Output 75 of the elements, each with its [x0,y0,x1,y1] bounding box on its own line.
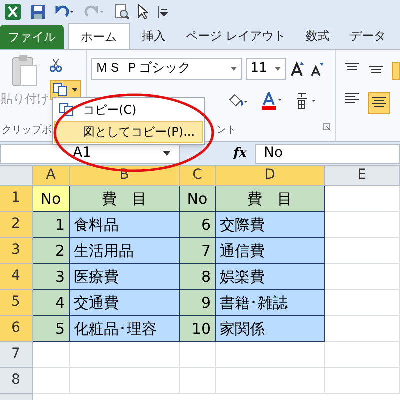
copy-icon [59,103,75,117]
table-cell: 2 [33,238,70,264]
table-cell: 5 [33,316,70,342]
fill-color-icon[interactable] [226,93,249,109]
group-label: ント [216,124,237,138]
font-name-field[interactable]: ＭＳ Ｐゴシック [90,58,242,80]
table-cell: 6 [180,212,216,238]
table-cell [33,368,70,394]
align-center-icon [372,97,386,109]
ribbon-tab[interactable]: ページ レイアウト [178,23,294,49]
column-header[interactable]: D [216,166,325,185]
align-left-icon[interactable] [344,92,360,106]
grow-font-icon[interactable] [290,61,306,77]
ribbon-tab[interactable]: データ [342,23,394,49]
table-cell: 7 [180,238,216,264]
ribbon-tab[interactable]: ホーム [68,23,130,49]
customize-toolbar-icon[interactable] [158,5,168,19]
table-cell: No [33,186,70,212]
caret-icon [72,88,78,92]
table-cell: 4 [33,290,70,316]
font-color-icon[interactable] [260,92,283,110]
table-cell: 食料品 [70,212,180,238]
table-cell: 9 [180,290,216,316]
pointer-icon[interactable] [138,4,150,20]
caret-icon [163,151,171,156]
row-header[interactable]: 2 [0,212,33,238]
table-cell: 医療費 [70,264,180,290]
table-cell: 書籍･雑誌 [216,290,325,316]
caret-icon [274,67,281,71]
row-header[interactable]: 8 [0,368,33,394]
formula-field[interactable]: No [255,144,400,164]
table-cell: 家関係 [216,316,325,342]
ribbon-tab[interactable]: 数式 [298,23,338,49]
table-cell [180,342,216,368]
table-cell: No [180,186,216,212]
row-header[interactable]: 6 [0,316,33,342]
column-header[interactable]: A [33,166,70,185]
table-cell: 通信費 [216,238,325,264]
phonetic-guide-icon[interactable] [294,92,319,110]
table-cell: 娯楽費 [216,264,325,290]
name-box[interactable]: A1 [0,144,180,164]
table-cell: 生活用品 [70,238,180,264]
ribbon-tab[interactable]: 挿入 [134,23,174,49]
column-header[interactable]: C [180,166,216,185]
row-header[interactable]: 3 [0,238,33,264]
row-header[interactable]: 7 [0,342,33,368]
table-cell: 10 [180,316,216,342]
save-icon[interactable] [30,4,46,20]
menu-item[interactable]: 図としてコピー(P)... [54,121,203,143]
table-cell: 3 [33,264,70,290]
table-cell: 交通費 [70,290,180,316]
row-header[interactable]: 5 [0,290,33,316]
table-cell [180,368,216,394]
caret-icon [230,67,237,71]
excel-logo-icon [4,3,22,21]
table-cell: 費 目 [216,186,325,212]
shrink-font-icon[interactable] [310,61,324,77]
group-label: クリップボ [1,124,53,138]
scissors-icon[interactable] [50,58,62,72]
table-cell [33,342,70,368]
table-cell: 1 [33,212,70,238]
dialog-launcher-icon[interactable] [323,123,331,131]
table-cell: 8 [180,264,216,290]
align-center-button[interactable] [368,92,390,114]
row-header[interactable]: 4 [0,264,33,290]
table-cell: 化粧品･理容 [70,316,180,342]
font-size-field[interactable]: 11 [246,58,286,80]
row-header[interactable]: 1 [0,186,33,212]
print-preview-icon[interactable] [114,4,130,20]
table-cell: 交際費 [216,212,325,238]
insert-function-label[interactable]: fx [234,144,247,164]
menu-item[interactable]: コピー(C) [54,99,203,121]
undo-icon[interactable] [54,5,76,19]
ribbon-tab[interactable]: ファイル [0,25,64,49]
table-cell: 費 目 [70,186,180,212]
